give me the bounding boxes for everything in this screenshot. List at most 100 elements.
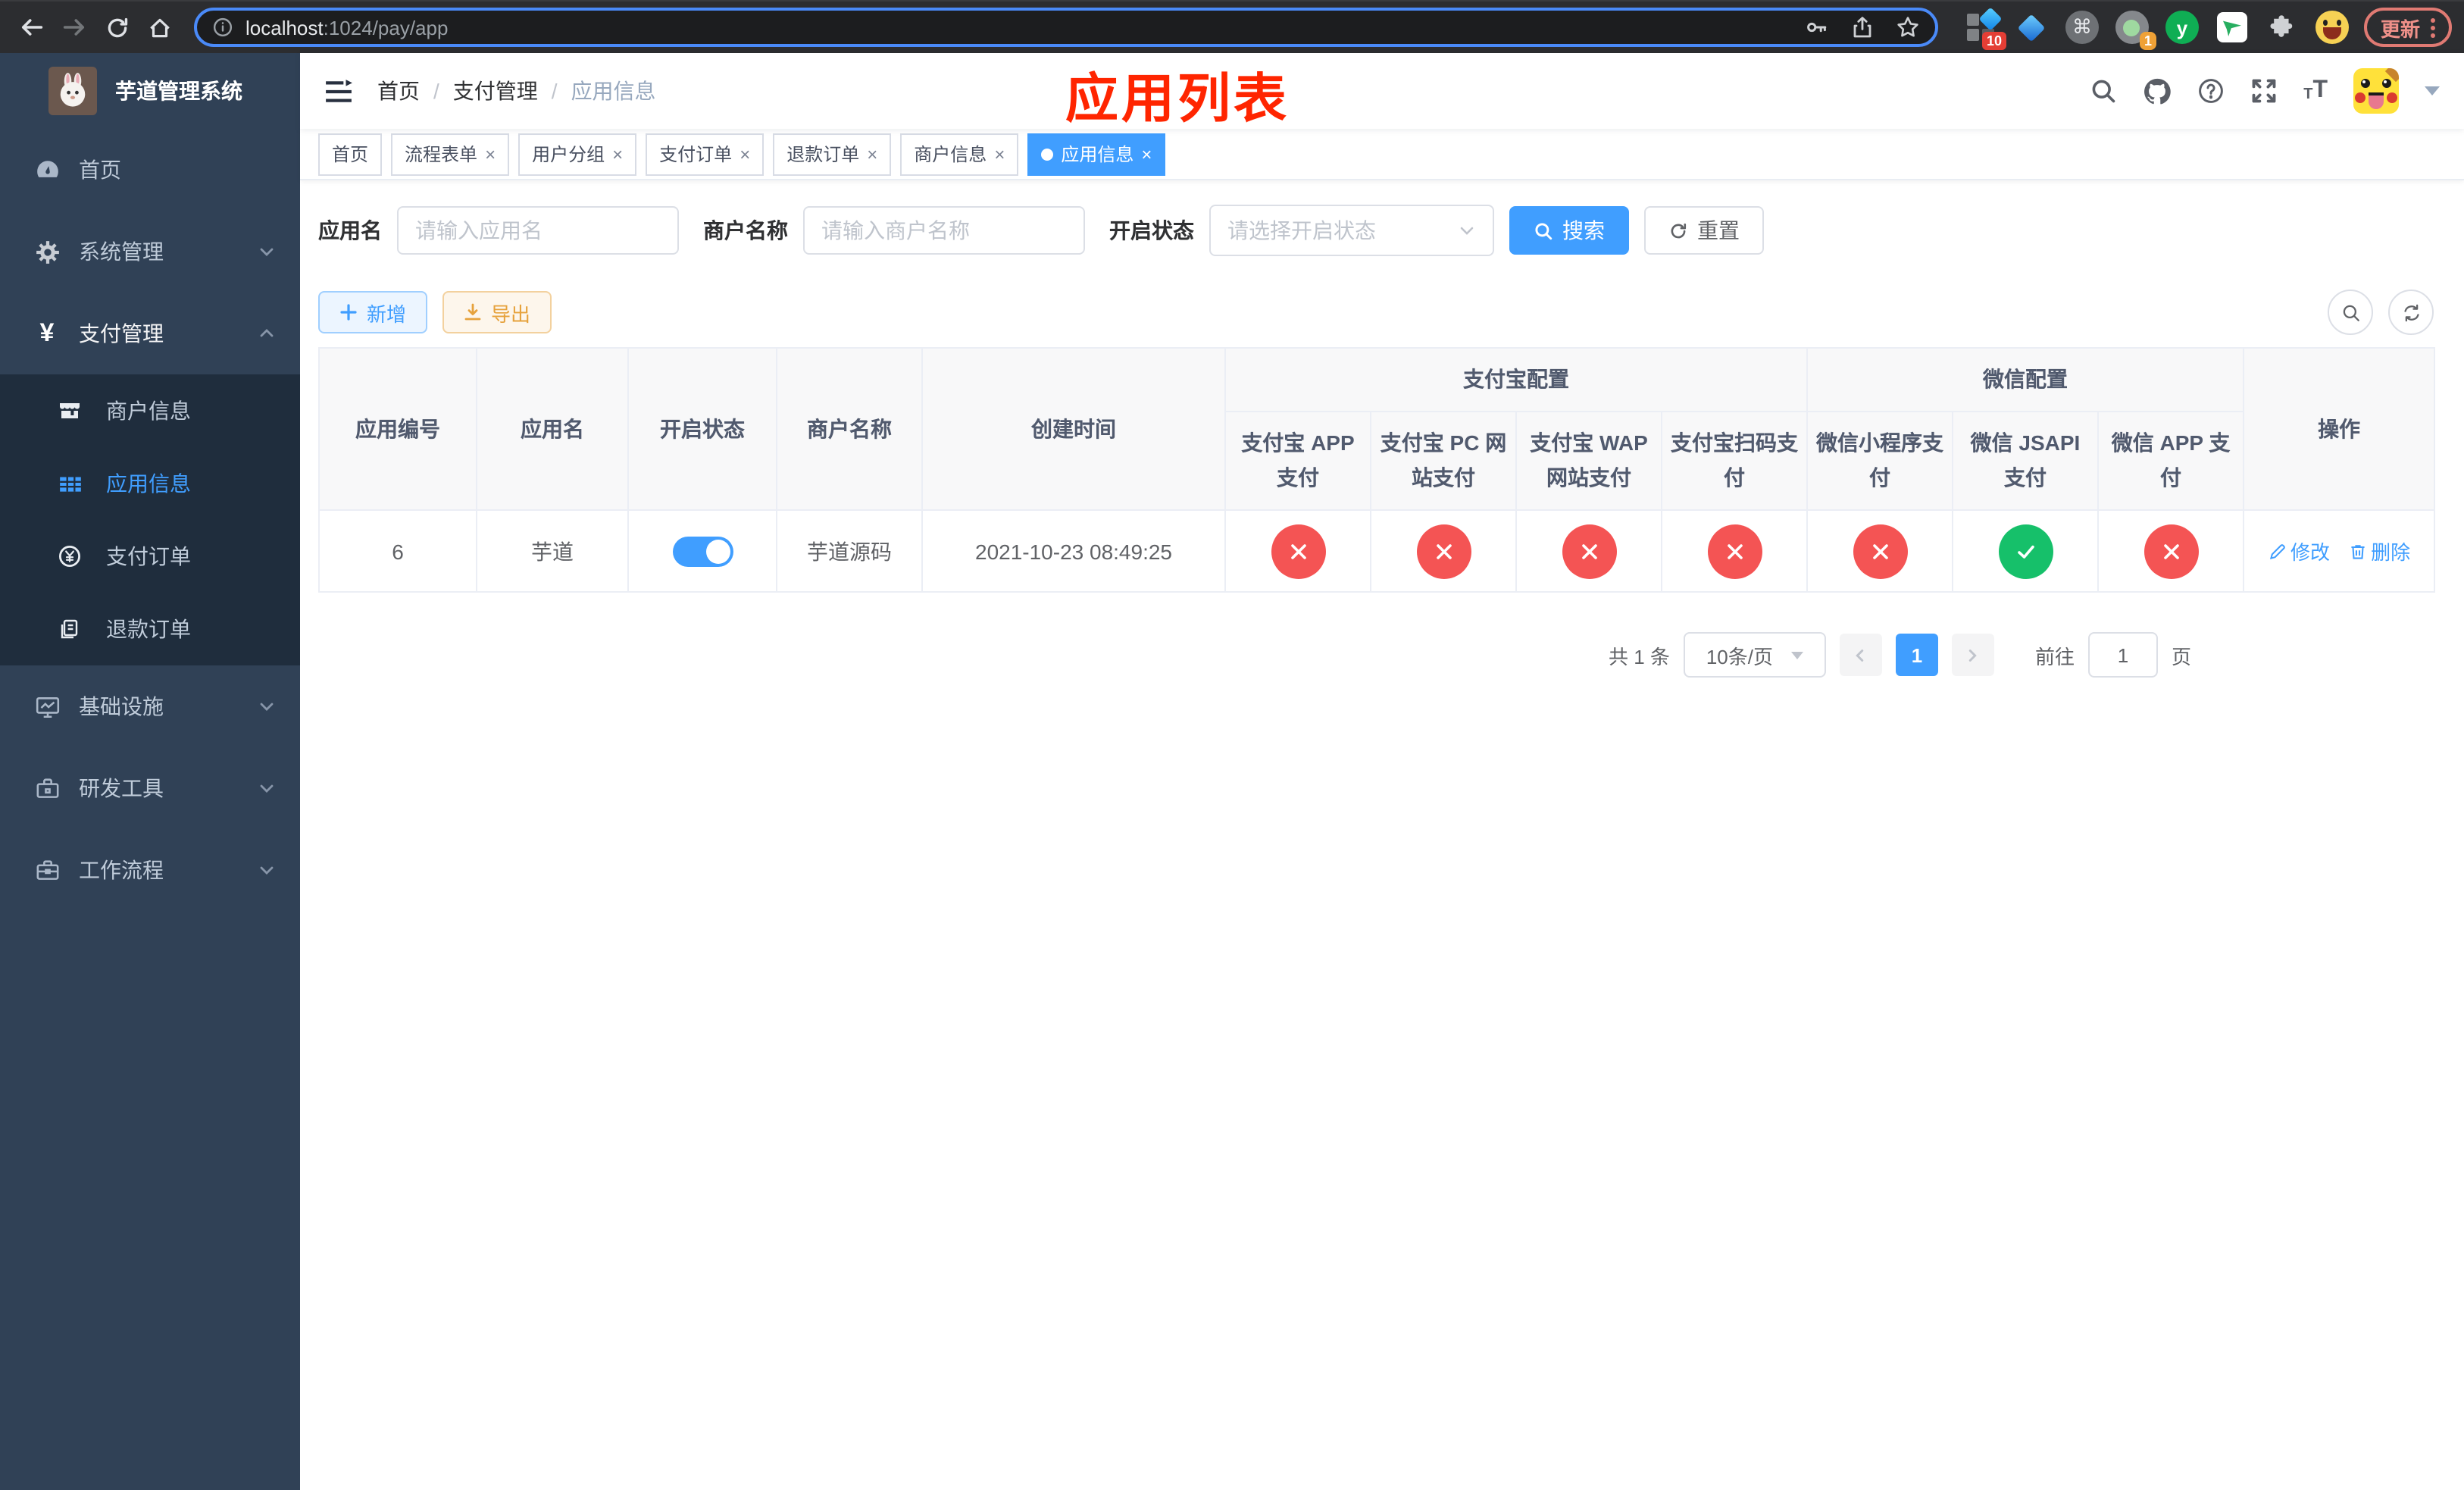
home-icon[interactable] bbox=[139, 8, 179, 47]
table-row: 6 芋道 芋道源码 2021-10-23 08:49:25 修改 删除 bbox=[318, 509, 2436, 593]
close-icon[interactable]: × bbox=[994, 145, 1005, 163]
font-size-icon[interactable]: TT bbox=[2303, 78, 2328, 103]
extension-chat-icon[interactable] bbox=[2215, 11, 2249, 44]
cell-app-id: 6 bbox=[318, 509, 477, 593]
extensions-puzzle-icon[interactable] bbox=[2265, 11, 2299, 44]
extension-command-icon[interactable]: ⌘ bbox=[2065, 11, 2099, 44]
logo-rabbit-image bbox=[48, 67, 97, 115]
share-icon[interactable] bbox=[1850, 15, 1875, 39]
app-name-input[interactable] bbox=[397, 206, 679, 255]
group-wechat-config: 微信配置 bbox=[1806, 347, 2245, 412]
tab-refund-order[interactable]: 退款订单 × bbox=[773, 133, 892, 175]
page-1-button[interactable]: 1 bbox=[1895, 634, 1938, 676]
reload-icon[interactable] bbox=[97, 8, 136, 47]
site-info-icon[interactable] bbox=[212, 17, 233, 38]
hide-search-button[interactable] bbox=[2328, 290, 2373, 335]
next-page-button[interactable] bbox=[1951, 634, 1994, 676]
extension-y-icon[interactable]: y bbox=[2165, 11, 2199, 44]
github-icon[interactable] bbox=[2143, 77, 2172, 105]
close-icon[interactable]: × bbox=[740, 145, 750, 163]
channel-status-icon bbox=[1271, 524, 1325, 578]
search-button[interactable]: 搜索 bbox=[1509, 206, 1629, 255]
sidebar-item-system[interactable]: 系统管理 bbox=[0, 211, 300, 293]
browser-update-button[interactable]: 更新 bbox=[2363, 8, 2452, 47]
browser-profile-avatar[interactable] bbox=[2315, 11, 2349, 44]
sidebar-collapse-icon[interactable] bbox=[324, 77, 353, 105]
header-search-icon[interactable] bbox=[2090, 77, 2117, 105]
tab-user-group[interactable]: 用户分组 × bbox=[518, 133, 637, 175]
sidebar-item-home[interactable]: 首页 bbox=[0, 129, 300, 211]
tab-home[interactable]: 首页 bbox=[318, 133, 383, 175]
sidebar-item-merchant-info[interactable]: 商户信息 bbox=[0, 374, 300, 447]
goto-page-input[interactable] bbox=[2087, 632, 2158, 678]
tab-merchant-info[interactable]: 商户信息 × bbox=[900, 133, 1019, 175]
cell-created: 2021-10-23 08:49:25 bbox=[921, 509, 1226, 593]
url-text: localhost:1024/pay/app bbox=[245, 16, 449, 39]
close-icon[interactable]: × bbox=[867, 145, 877, 163]
channel-status-icon bbox=[1853, 524, 1907, 578]
forward-icon[interactable] bbox=[55, 8, 94, 47]
back-icon[interactable] bbox=[12, 8, 52, 47]
close-icon[interactable]: × bbox=[1141, 145, 1152, 163]
merchant-name-input[interactable] bbox=[803, 206, 1085, 255]
tab-pay-order[interactable]: 支付订单 × bbox=[646, 133, 765, 175]
sidebar-item-pay-orders[interactable]: 支付订单 bbox=[0, 520, 300, 593]
page-annotation: 应用列表 bbox=[1065, 70, 1290, 129]
search-form: 应用名 商户名称 开启状态 请选择开启状态 搜索 bbox=[318, 205, 2434, 256]
sidebar-item-refund-orders[interactable]: 退款订单 bbox=[0, 593, 300, 665]
page-size-select[interactable]: 10条/页 bbox=[1683, 632, 1826, 678]
refresh-button[interactable] bbox=[2388, 290, 2434, 335]
channel-status-icon bbox=[1416, 524, 1471, 578]
table-toolbar: 新增 导出 bbox=[318, 290, 2434, 335]
status-select[interactable]: 请选择开启状态 bbox=[1209, 205, 1494, 256]
cell-operations: 修改 删除 bbox=[2243, 509, 2436, 593]
breadcrumb-payment[interactable]: 支付管理 bbox=[453, 76, 538, 106]
col-wechat-app: 微信 APP 支付 bbox=[2097, 411, 2245, 511]
delete-link[interactable]: 删除 bbox=[2348, 537, 2410, 565]
close-icon[interactable]: × bbox=[612, 145, 623, 163]
app-table: 应用编号 应用名 开启状态 商户名称 创建时间 支付宝配置 微信配置 操作 支付… bbox=[318, 347, 2436, 593]
bookmark-star-icon[interactable] bbox=[1896, 15, 1920, 39]
extension-kite-icon[interactable] bbox=[2015, 11, 2049, 44]
sidebar-item-payment[interactable]: ¥ 支付管理 bbox=[0, 293, 300, 374]
sidebar-item-app-info[interactable]: 应用信息 bbox=[0, 447, 300, 520]
app-name-label: 应用名 bbox=[318, 218, 382, 243]
payment-submenu: 商户信息 应用信息 支付订单 退款订单 bbox=[0, 374, 300, 665]
extension-grid-icon[interactable]: 10 bbox=[1965, 7, 2006, 50]
prev-page-button[interactable] bbox=[1839, 634, 1882, 676]
sidebar-item-dev-tools[interactable]: 研发工具 bbox=[0, 747, 300, 829]
col-wechat-mini: 微信小程序支付 bbox=[1806, 411, 1953, 511]
cell-status bbox=[627, 509, 777, 593]
add-button[interactable]: 新增 bbox=[318, 291, 428, 333]
tab-process-form[interactable]: 流程表单 × bbox=[391, 133, 510, 175]
help-icon[interactable] bbox=[2197, 77, 2225, 105]
browser-toolbar: localhost:1024/pay/app 10 ⌘ 1 y 更新 bbox=[0, 0, 2464, 53]
col-alipay-wap: 支付宝 WAP 网站支付 bbox=[1515, 411, 1662, 511]
extensions-area: 10 ⌘ 1 y bbox=[1953, 7, 2361, 50]
edit-link[interactable]: 修改 bbox=[2268, 537, 2330, 565]
col-alipay-pc: 支付宝 PC 网站支付 bbox=[1370, 411, 1517, 511]
sidebar-item-infrastructure[interactable]: 基础设施 bbox=[0, 665, 300, 747]
avatar-dropdown-caret[interactable] bbox=[2425, 86, 2440, 95]
address-bar[interactable]: localhost:1024/pay/app bbox=[194, 8, 1938, 47]
close-icon[interactable]: × bbox=[485, 145, 496, 163]
reset-button[interactable]: 重置 bbox=[1644, 206, 1764, 255]
user-avatar[interactable] bbox=[2353, 68, 2399, 114]
key-icon[interactable] bbox=[1805, 15, 1829, 39]
status-toggle[interactable] bbox=[672, 536, 733, 566]
sidebar-item-workflow[interactable]: 工作流程 bbox=[0, 829, 300, 911]
cell-merchant: 芋道源码 bbox=[776, 509, 923, 593]
breadcrumb-home[interactable]: 首页 bbox=[377, 76, 420, 106]
export-button[interactable]: 导出 bbox=[442, 291, 552, 333]
extension-badge-1: 1 bbox=[2139, 32, 2156, 50]
documents-icon bbox=[55, 617, 85, 641]
browser-menu-icon[interactable] bbox=[2431, 17, 2435, 37]
sidebar: 芋道管理系统 首页 系统管理 ¥ 支付管理 商户信息 应用信息 支付订单 退款订… bbox=[0, 53, 300, 1490]
sidebar-logo[interactable]: 芋道管理系统 bbox=[0, 53, 300, 129]
tags-view-bar: 首页 流程表单 × 用户分组 × 支付订单 × 退款订单 × 商户信息 × 应用信息 × bbox=[300, 129, 2464, 180]
tab-app-info[interactable]: 应用信息 × bbox=[1027, 133, 1166, 175]
fullscreen-icon[interactable] bbox=[2250, 77, 2278, 105]
table-grid-icon bbox=[55, 471, 85, 496]
chevron-down-icon bbox=[1791, 651, 1803, 659]
extension-recorder-icon[interactable]: 1 bbox=[2115, 11, 2156, 50]
